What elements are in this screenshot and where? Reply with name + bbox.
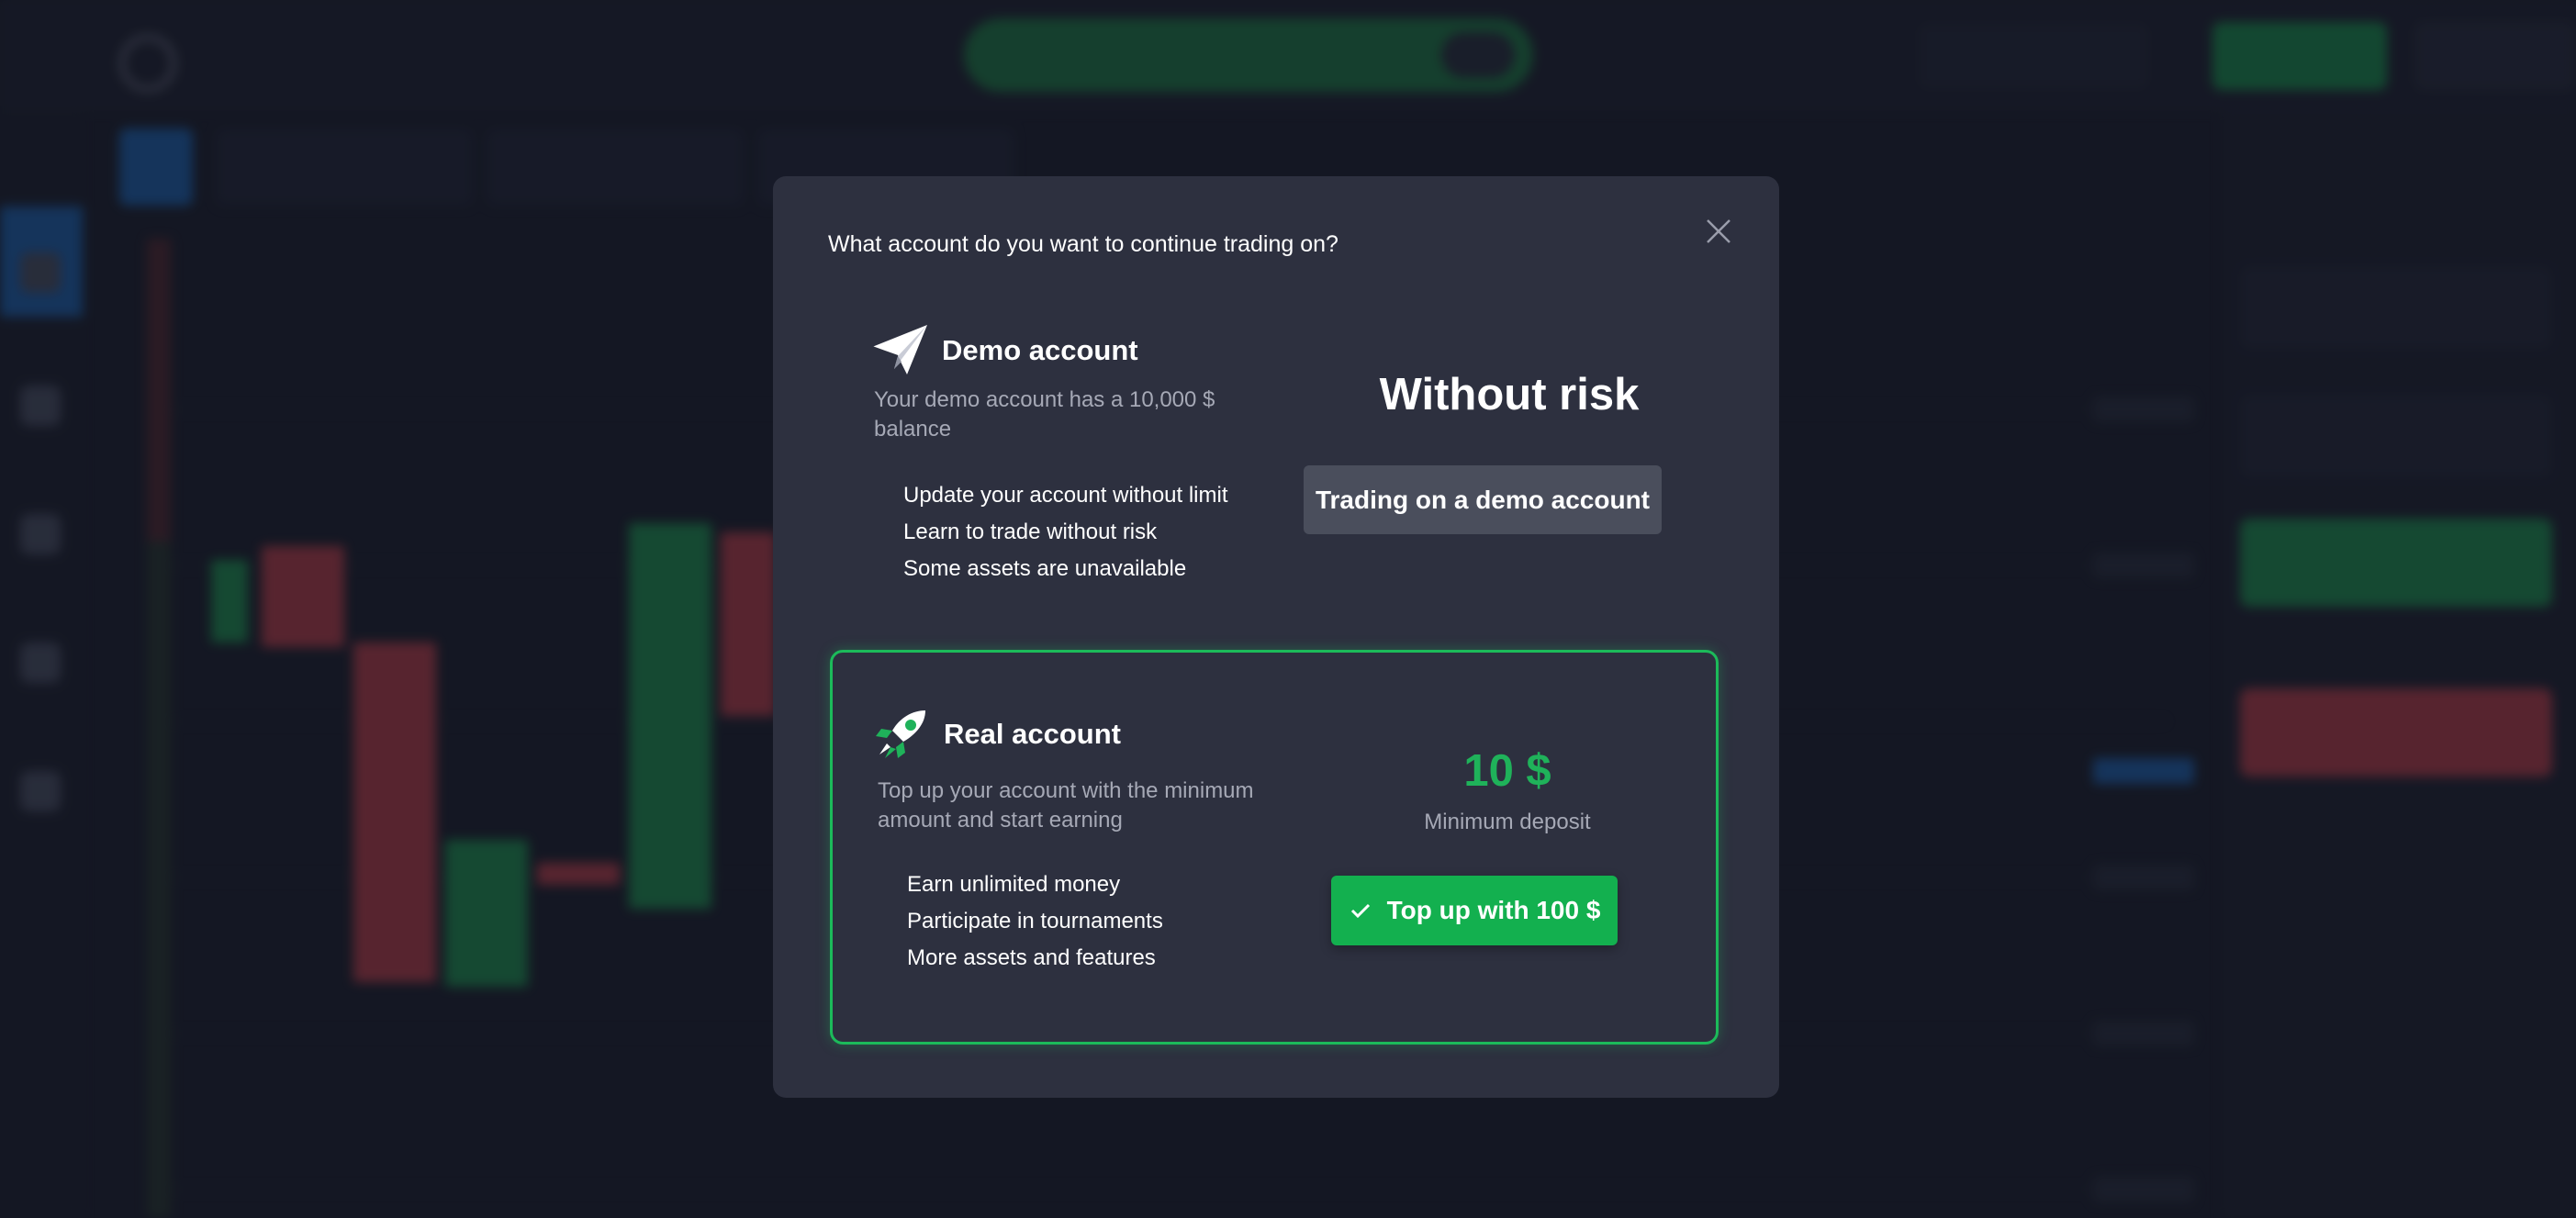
account-choice-modal: What account do you want to continue tra… — [773, 176, 1779, 1098]
list-item: Update your account without limit — [903, 483, 1228, 508]
check-icon — [1350, 903, 1370, 919]
real-account-title: Real account — [944, 718, 1121, 750]
demo-feature-list: Update your account without limit Learn … — [903, 477, 1228, 587]
demo-headline: Without risk — [1379, 370, 1640, 419]
minimum-deposit-label: Minimum deposit — [1424, 810, 1591, 834]
minimum-deposit-amount: 10 $ — [1463, 746, 1551, 796]
list-item: Some assets are unavailable — [903, 556, 1187, 581]
rocket-icon — [876, 710, 925, 758]
close-icon — [1707, 219, 1730, 243]
list-item: More assets and features — [907, 945, 1156, 970]
list-item: Participate in tournaments — [907, 909, 1163, 933]
real-account-description: Top up your account with the minimum amo… — [878, 778, 1254, 832]
top-up-button[interactable]: Top up with 100 $ — [1331, 876, 1618, 945]
real-feature-list: Earn unlimited money Participate in tour… — [907, 866, 1163, 977]
list-item: Learn to trade without risk — [903, 520, 1158, 544]
demo-account-description: Your demo account has a 10,000 $ balance — [874, 387, 1215, 441]
paper-plane-icon — [871, 325, 927, 374]
demo-account-button[interactable]: Trading on a demo account — [1304, 465, 1662, 534]
close-button[interactable] — [1702, 215, 1735, 248]
demo-account-header: Demo account — [870, 323, 1138, 378]
demo-account-title: Demo account — [942, 334, 1138, 366]
modal-title: What account do you want to continue tra… — [828, 231, 1338, 257]
real-account-header: Real account — [872, 707, 1121, 762]
list-item: Earn unlimited money — [907, 872, 1121, 897]
top-up-button-label: Top up with 100 $ — [1386, 896, 1601, 924]
